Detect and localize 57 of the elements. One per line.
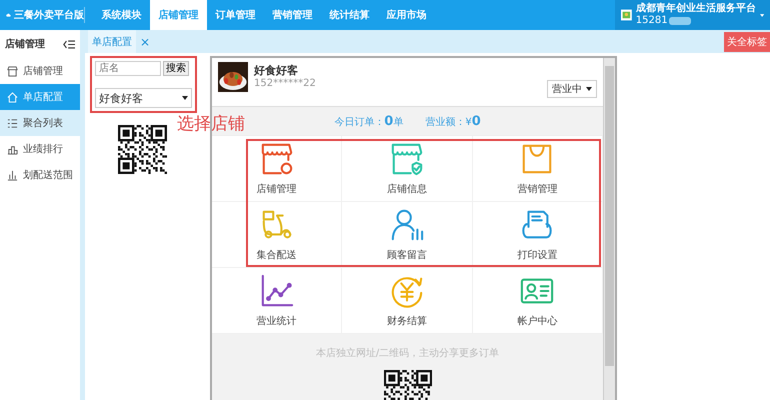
store-icon: [7, 66, 18, 76]
nav-tab[interactable]: 店铺管理: [150, 0, 207, 30]
search-button[interactable]: 搜索: [163, 61, 189, 76]
feature-label: 顾客留言: [386, 248, 427, 262]
blurred-text-mark: [668, 17, 691, 25]
store-phone: 152******22: [254, 77, 316, 90]
home-icon: [7, 92, 18, 102]
annotation-text: 选择店铺: [177, 113, 245, 135]
bar-chart-icon: [7, 170, 18, 180]
caret-icon: [586, 87, 592, 91]
close-icon[interactable]: ×: [136, 34, 154, 48]
scrollbar[interactable]: [603, 58, 615, 400]
store-name: 好食好客: [254, 64, 299, 77]
feature-label: 打印设置: [517, 248, 558, 262]
buildings-icon: [7, 144, 18, 154]
feature-label: 营业统计: [256, 314, 297, 328]
caret-icon: [760, 12, 764, 18]
store-gear-icon[interactable]: [260, 142, 294, 176]
stat-text: 营业额：¥0: [425, 114, 481, 128]
feature-label: 集合配送: [256, 248, 297, 262]
collapse-icon[interactable]: [63, 40, 75, 48]
scooter-icon[interactable]: [260, 208, 294, 242]
store-shield-icon[interactable]: [390, 142, 424, 176]
bag-icon[interactable]: [520, 142, 554, 176]
line-chart-icon[interactable]: [260, 274, 294, 308]
stat-text: 今日订单：0单: [334, 114, 404, 128]
sidebar-title: 店铺管理: [5, 37, 45, 51]
feature-label: 店铺信息: [386, 182, 427, 196]
close-all-tabs-button[interactable]: 关全标签: [724, 32, 770, 52]
user-menu[interactable]: 成都青年创业生活服务平台 15281: [615, 0, 770, 30]
store-select[interactable]: 好食好客: [95, 88, 192, 108]
nav-tab[interactable]: 应用市场: [378, 0, 435, 30]
brand-name: 三餐外卖平台版: [14, 8, 84, 22]
user-name: 成都青年创业生活服务平台: [636, 3, 756, 15]
caret-icon: [182, 96, 188, 100]
qr-code: [384, 370, 432, 400]
page-tab[interactable]: 单店配置: [88, 30, 136, 53]
status-select[interactable]: 营业中: [547, 80, 597, 98]
printer-icon[interactable]: [520, 208, 554, 242]
sidebar-item[interactable]: 业绩排行: [0, 136, 80, 162]
list-icon: [7, 118, 18, 128]
person-chart-icon[interactable]: [390, 208, 424, 242]
nav-tab[interactable]: 系统模块: [93, 0, 150, 30]
store-name-field[interactable]: 店名: [95, 61, 161, 76]
nav-tab[interactable]: 订单管理: [207, 0, 264, 30]
sidebar-item[interactable]: 店铺管理: [0, 58, 80, 84]
nav-tab[interactable]: 统计结算: [321, 0, 378, 30]
sidebar-item[interactable]: 划配送范围: [0, 162, 80, 188]
qr-code: [118, 125, 167, 174]
feature-label: 帐户中心: [517, 314, 558, 328]
feature-label: 财务结算: [386, 314, 427, 328]
sidebar-item[interactable]: 单店配置: [0, 84, 80, 110]
feature-label: 店铺管理: [256, 182, 297, 196]
user-phone: 15281: [636, 15, 668, 27]
sidebar-item[interactable]: 聚合列表: [0, 110, 80, 136]
nav-tab[interactable]: 营销管理: [264, 0, 321, 30]
feature-label: 营销管理: [517, 182, 558, 196]
